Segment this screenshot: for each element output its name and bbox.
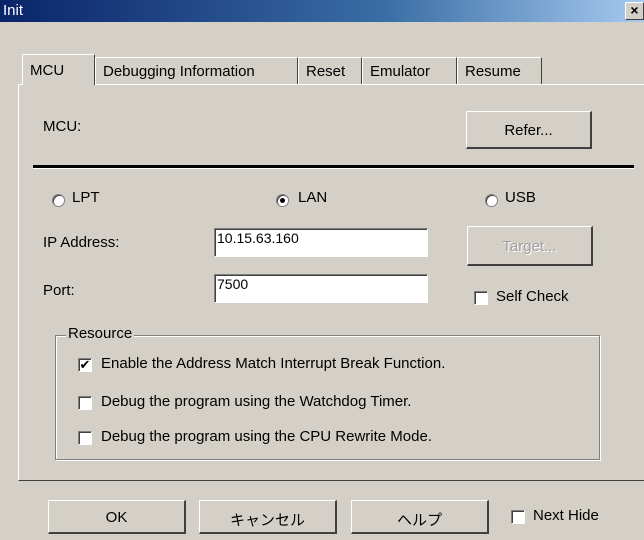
radio-lpt-label: LPT <box>72 189 100 206</box>
radio-lpt[interactable] <box>52 194 65 207</box>
radio-selected-dot <box>280 198 285 203</box>
refer-button-label: Refer... <box>504 122 553 139</box>
self-check-checkbox[interactable] <box>474 291 488 305</box>
tab-label: Debugging Information <box>103 63 255 80</box>
watchdog-checkbox[interactable] <box>78 396 92 410</box>
resource-legend: Resource <box>66 325 135 342</box>
close-button[interactable]: × <box>625 2 644 20</box>
radio-lan-label: LAN <box>298 189 328 206</box>
cpu-rewrite-checkbox[interactable] <box>78 431 92 445</box>
refer-button[interactable]: Refer... <box>466 111 592 149</box>
help-button[interactable]: ヘルプ <box>351 500 489 534</box>
close-icon: × <box>630 2 639 18</box>
port-field[interactable]: 7500 <box>214 274 428 303</box>
ok-button-label: OK <box>105 509 128 526</box>
cancel-button[interactable]: キャンセル <box>199 500 337 534</box>
radio-lan[interactable] <box>276 194 289 207</box>
address-match-label: Enable the Address Match Interrupt Break… <box>101 355 446 372</box>
cpu-rewrite-label: Debug the program using the CPU Rewrite … <box>101 428 432 445</box>
next-hide-checkbox[interactable] <box>511 510 525 524</box>
watchdog-label: Debug the program using the Watchdog Tim… <box>101 393 412 410</box>
title-bar: Init <box>0 0 644 22</box>
radio-usb-label: USB <box>505 189 536 206</box>
tab-emulator[interactable]: Emulator <box>362 57 457 84</box>
cancel-button-label: キャンセル <box>229 512 305 529</box>
next-hide-label: Next Hide <box>533 507 599 524</box>
self-check-label: Self Check <box>496 288 569 305</box>
address-match-checkbox[interactable]: ✔ <box>78 358 92 372</box>
divider <box>33 165 634 169</box>
tab-reset[interactable]: Reset <box>298 57 362 84</box>
ip-address-label: IP Address: <box>43 234 120 251</box>
tab-debugging-information[interactable]: Debugging Information <box>95 57 298 84</box>
ip-address-value: 10.15.63.160 <box>217 230 299 246</box>
port-label: Port: <box>43 282 75 299</box>
mcu-label: MCU: <box>43 118 82 135</box>
ip-address-field[interactable]: 10.15.63.160 <box>214 228 428 257</box>
tab-label: Resume <box>465 63 521 80</box>
help-button-label: ヘルプ <box>396 512 442 529</box>
tab-label: Reset <box>306 63 346 80</box>
ok-button[interactable]: OK <box>48 500 186 534</box>
tab-mcu[interactable]: MCU <box>22 54 95 85</box>
target-button[interactable]: Target... <box>467 226 593 266</box>
tab-label: Emulator <box>370 63 431 80</box>
target-button-label: Target... <box>502 238 557 255</box>
port-value: 7500 <box>217 276 249 292</box>
tab-resume[interactable]: Resume <box>457 57 542 84</box>
radio-usb[interactable] <box>485 194 498 207</box>
tab-label: MCU <box>30 62 65 79</box>
window-title: Init <box>3 2 24 19</box>
